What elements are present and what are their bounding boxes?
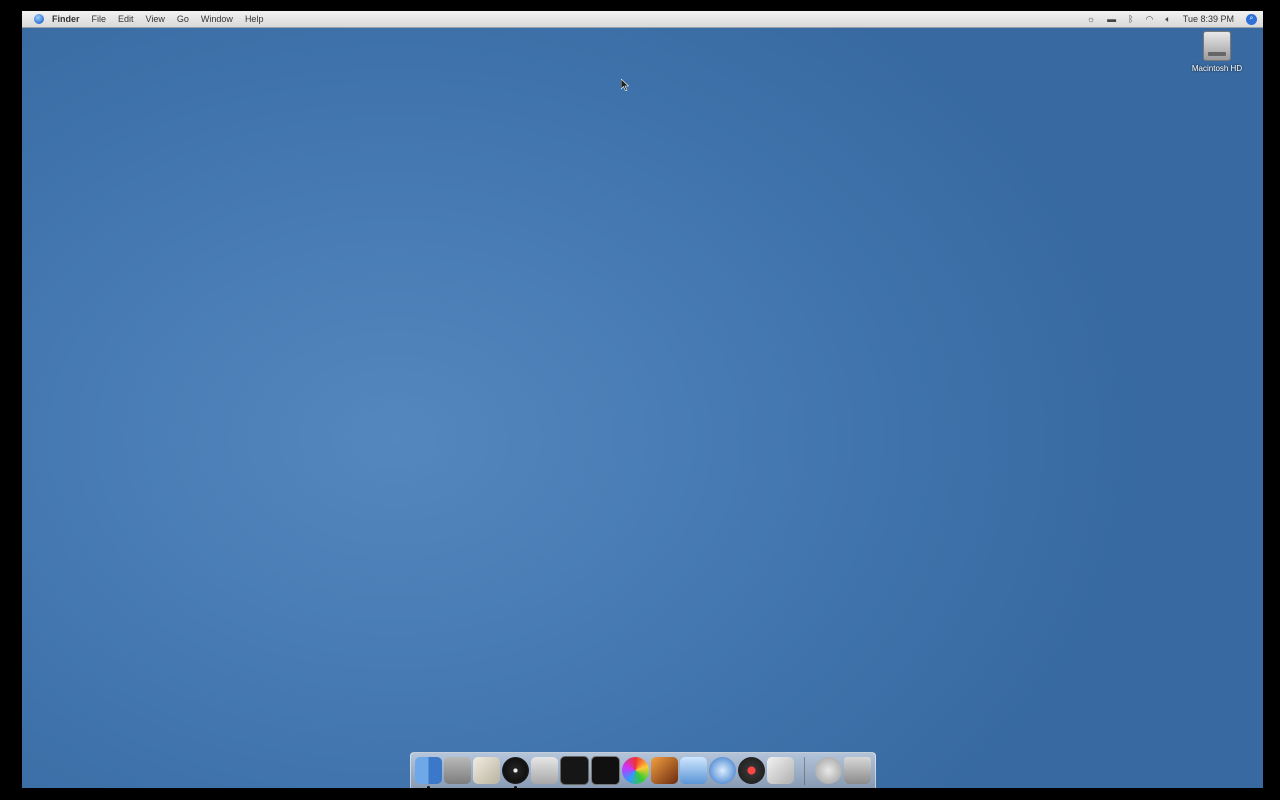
apple-icon[interactable]: [531, 757, 558, 784]
dock-separator: [804, 756, 805, 785]
brightness-icon[interactable]: ☼: [1087, 14, 1095, 24]
wifi-icon[interactable]: ◠: [1146, 14, 1154, 25]
hard-drive-icon: [1203, 31, 1231, 61]
preview-icon[interactable]: [767, 757, 794, 784]
itunes-icon[interactable]: [680, 757, 707, 784]
menu-file[interactable]: File: [92, 14, 107, 24]
trash-icon[interactable]: [844, 757, 871, 784]
battery-icon[interactable]: ▬: [1107, 14, 1116, 24]
dock: [410, 752, 876, 788]
safari-icon[interactable]: [709, 757, 736, 784]
spotlight-icon[interactable]: ⌕: [1246, 13, 1257, 25]
calculator-icon[interactable]: [444, 757, 471, 784]
macintosh-hd-icon[interactable]: Macintosh HD: [1187, 31, 1247, 73]
solitaire-icon[interactable]: [473, 757, 500, 784]
color-picker-icon[interactable]: [622, 757, 649, 784]
dvd-player-icon[interactable]: [502, 757, 529, 788]
menu-edit[interactable]: Edit: [118, 14, 134, 24]
menu-bar: Finder File Edit View Go Window Help ☼ ▬…: [22, 11, 1263, 28]
activity-monitor-icon[interactable]: [560, 756, 589, 785]
menu-help[interactable]: Help: [245, 14, 264, 24]
volume-icon[interactable]: 🔈︎: [1165, 14, 1170, 25]
photo-icon[interactable]: [651, 757, 678, 784]
paint-icon[interactable]: [738, 757, 765, 784]
mouse-cursor-icon: [621, 79, 629, 91]
finder-icon[interactable]: [415, 757, 442, 788]
menu-window[interactable]: Window: [201, 14, 233, 24]
menu-app-name[interactable]: Finder: [52, 14, 80, 24]
apple-menu-icon[interactable]: [34, 14, 44, 24]
desktop: Finder File Edit View Go Window Help ☼ ▬…: [22, 11, 1263, 788]
download-icon[interactable]: [815, 757, 842, 784]
menu-view[interactable]: View: [146, 14, 165, 24]
menu-extras: ☼ ▬ ᛒ ◠ 🔈︎ Tue 8:39 PM ⌕: [1087, 13, 1257, 25]
bluetooth-icon[interactable]: ᛒ: [1128, 14, 1133, 24]
clock[interactable]: Tue 8:39 PM: [1183, 14, 1234, 24]
terminal-icon[interactable]: [591, 756, 620, 785]
menu-go[interactable]: Go: [177, 14, 189, 24]
hd-label: Macintosh HD: [1191, 64, 1243, 73]
